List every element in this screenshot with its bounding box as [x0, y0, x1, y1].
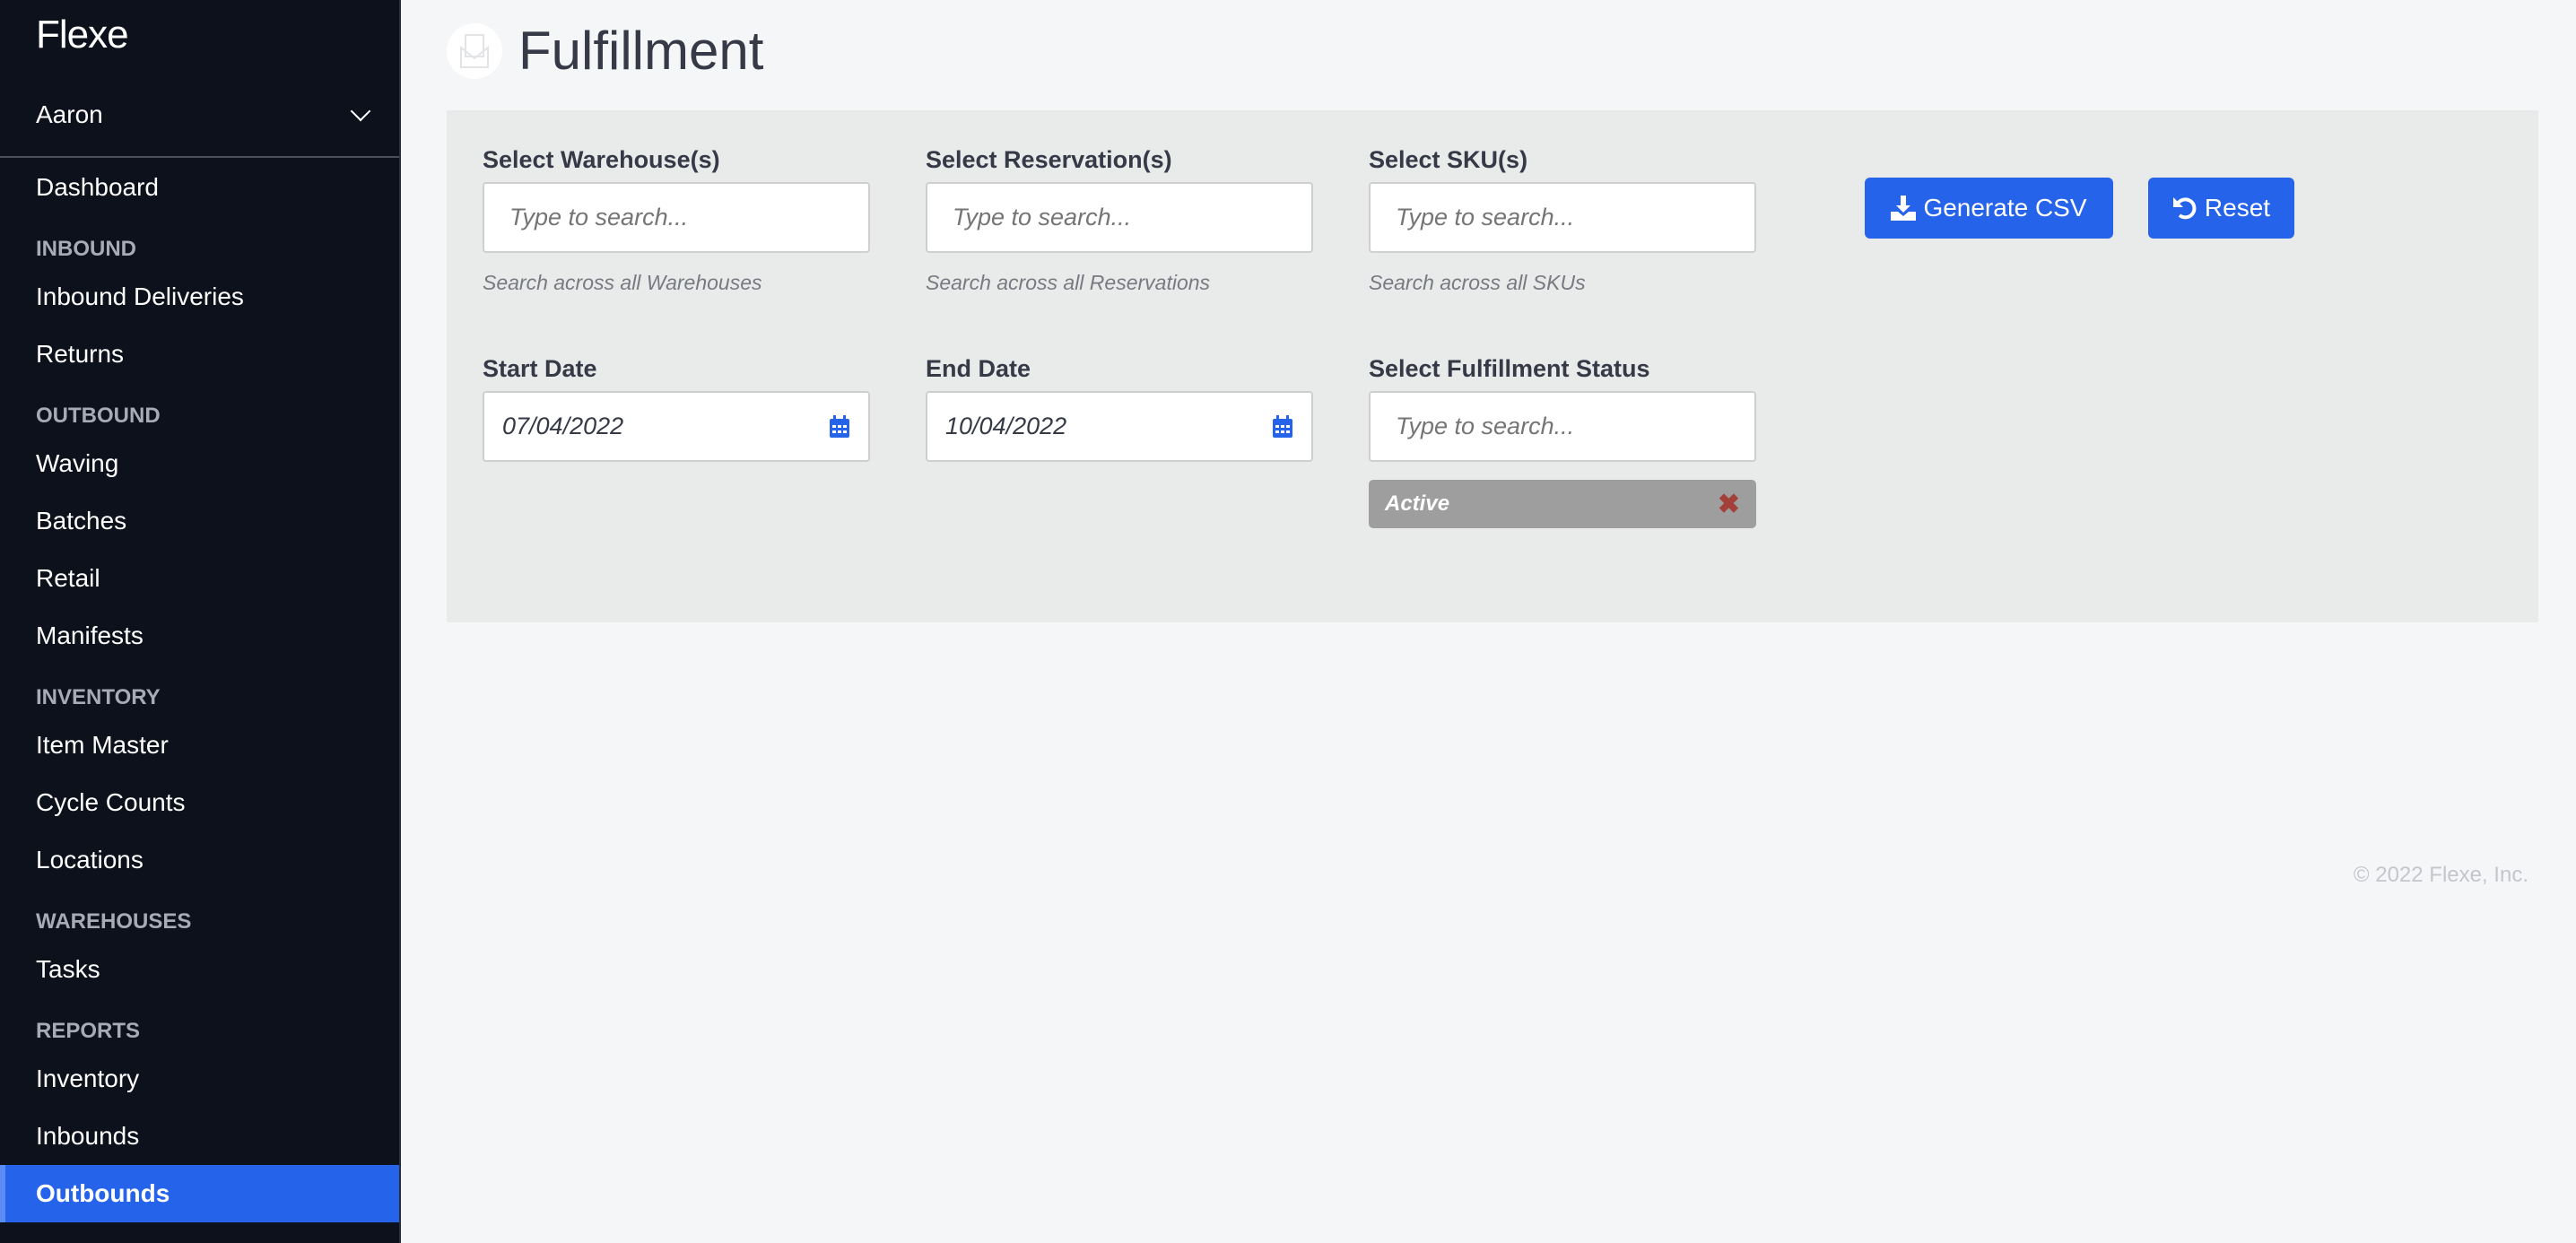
reservation-label: Select Reservation(s) [926, 146, 1172, 173]
filter-panel: Select Warehouse(s) Search across all Wa… [447, 110, 2538, 622]
sidebar-section-inventory: INVENTORY [36, 685, 161, 709]
sidebar-item-dashboard[interactable]: Dashboard [0, 159, 399, 216]
sidebar-item-batches[interactable]: Batches [0, 492, 399, 550]
sku-filter: Select SKU(s) Search across all SKUs [1369, 146, 1756, 295]
reset-button[interactable]: Reset [2148, 178, 2294, 239]
chevron-down-icon [350, 100, 371, 122]
sidebar-item-retail[interactable]: Retail [0, 550, 399, 607]
status-filter: Select Fulfillment Status Active ✖ [1369, 355, 1756, 528]
status-chip-active: Active ✖ [1369, 480, 1756, 528]
flexe-logo[interactable]: Flexe [36, 13, 129, 57]
download-icon [1891, 196, 1917, 221]
remove-icon[interactable]: ✖ [1718, 489, 1740, 520]
start-date-label: Start Date [483, 355, 597, 382]
sku-help: Search across all SKUs [1369, 271, 1586, 294]
reservation-help: Search across all Reservations [926, 271, 1211, 294]
divider [0, 156, 399, 158]
sidebar-nav: Dashboard INBOUND Inbound Deliveries Return… [0, 159, 399, 1222]
sidebar: Flexe Aaron Dashboard INBOUND Inbound Deli… [0, 0, 401, 1243]
sidebar-item-item-master[interactable]: Item Master [0, 717, 399, 774]
end-date-label: End Date [926, 355, 1031, 382]
status-search-input[interactable] [1369, 391, 1756, 462]
sku-label: Select SKU(s) [1369, 146, 1528, 173]
undo-icon [2172, 197, 2197, 220]
reset-label: Reset [2204, 194, 2271, 222]
chip-label: Active [1385, 491, 1450, 516]
sidebar-item-returns[interactable]: Returns [0, 326, 399, 383]
sku-search-input[interactable] [1369, 182, 1756, 253]
sidebar-section-warehouses: WAREHOUSES [36, 909, 192, 934]
start-date-filter: Start Date 07/04/2022 [483, 355, 870, 462]
sidebar-item-waving[interactable]: Waving [0, 435, 399, 492]
sidebar-item-inbound-deliveries[interactable]: Inbound Deliveries [0, 268, 399, 326]
sidebar-section-reports: REPORTS [36, 1019, 141, 1043]
calendar-icon[interactable] [829, 414, 850, 439]
warehouse-filter: Select Warehouse(s) Search across all Wa… [483, 146, 870, 295]
end-date-value: 10/04/2022 [945, 413, 1067, 439]
generate-csv-label: Generate CSV [1923, 194, 2087, 222]
warehouse-help: Search across all Warehouses [483, 271, 762, 294]
calendar-icon[interactable] [1272, 414, 1293, 439]
footer-copyright: © 2022 Flexe, Inc. [2353, 863, 2528, 887]
sidebar-item-inbounds[interactable]: Inbounds [0, 1108, 399, 1165]
sidebar-item-tasks[interactable]: Tasks [0, 941, 399, 998]
user-menu[interactable]: Aaron [36, 100, 371, 129]
sidebar-item-outbounds[interactable]: Outbounds [0, 1165, 399, 1222]
sidebar-item-inventory[interactable]: Inventory [0, 1050, 399, 1108]
sidebar-item-cycle-counts[interactable]: Cycle Counts [0, 774, 399, 831]
sidebar-item-manifests[interactable]: Manifests [0, 607, 399, 665]
warehouse-search-input[interactable] [483, 182, 870, 253]
start-date-input[interactable]: 07/04/2022 [483, 391, 870, 462]
generate-csv-button[interactable]: Generate CSV [1865, 178, 2113, 239]
sidebar-section-inbound: INBOUND [36, 237, 136, 261]
reservation-search-input[interactable] [926, 182, 1313, 253]
page-header: Fulfillment [447, 20, 763, 82]
sidebar-item-locations[interactable]: Locations [0, 831, 399, 889]
page-title: Fulfillment [518, 21, 764, 81]
user-name: Aaron [36, 100, 103, 128]
fulfillment-icon [447, 22, 502, 79]
start-date-value: 07/04/2022 [502, 413, 624, 439]
warehouse-label: Select Warehouse(s) [483, 146, 720, 173]
end-date-input[interactable]: 10/04/2022 [926, 391, 1313, 462]
reservation-filter: Select Reservation(s) Search across all … [926, 146, 1313, 295]
sidebar-section-outbound: OUTBOUND [36, 404, 161, 428]
status-label: Select Fulfillment Status [1369, 355, 1650, 382]
end-date-filter: End Date 10/04/2022 [926, 355, 1313, 462]
